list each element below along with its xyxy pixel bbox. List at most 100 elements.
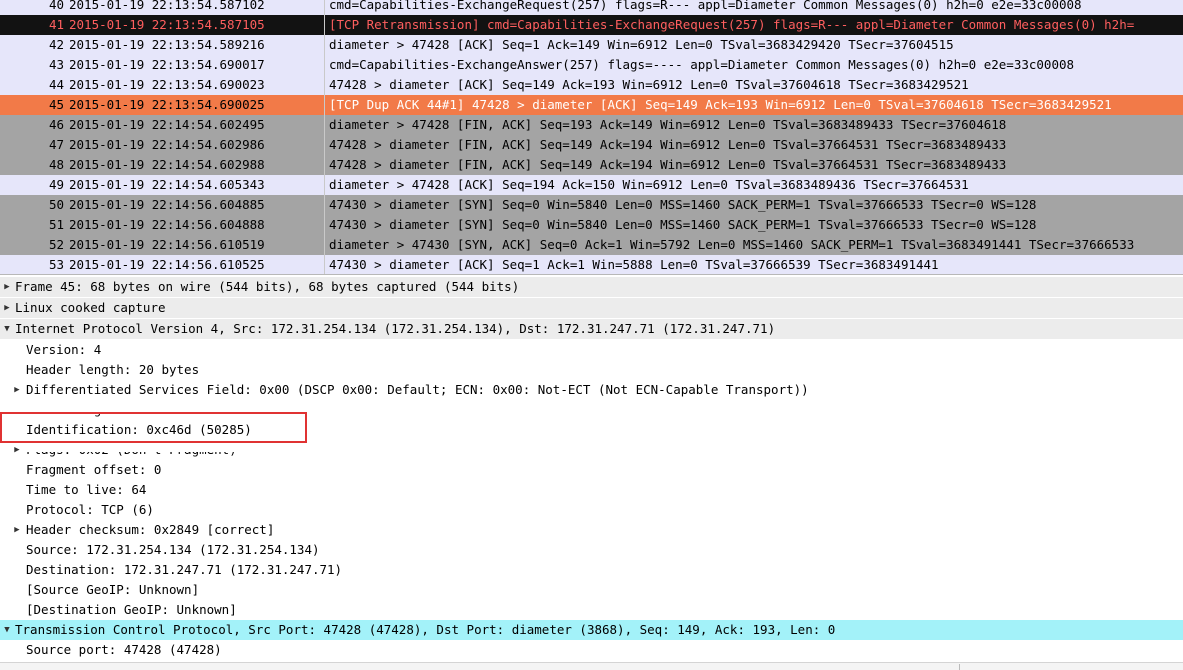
protocol-tree-field[interactable]: Source: 172.31.254.134 (172.31.254.134): [0, 540, 1183, 560]
tree-item-label: Destination: 172.31.247.71 (172.31.247.7…: [26, 562, 343, 577]
column-separator: [324, 35, 325, 55]
packet-info: 47430 > diameter [SYN] Seq=0 Win=5840 Le…: [329, 217, 1037, 232]
protocol-tree-field[interactable]: Version: 4: [0, 340, 1183, 360]
horizontal-scrollbar[interactable]: [0, 662, 1183, 670]
packet-info: 47430 > diameter [ACK] Seq=1 Ack=1 Win=5…: [329, 257, 939, 272]
packet-number: 51: [48, 217, 64, 232]
packet-row[interactable]: 49 2015-01-19 22:14:54.605343 diameter > 4…: [0, 175, 1183, 195]
packet-number: 40: [48, 0, 64, 12]
collapsed-triangle-icon[interactable]: ▶: [2, 277, 12, 297]
packet-info: 47428 > diameter [ACK] Seq=149 Ack=193 W…: [329, 77, 969, 92]
collapsed-triangle-icon[interactable]: ▶: [2, 298, 12, 318]
protocol-tree-header[interactable]: ▶ Frame 45: 68 bytes on wire (544 bits), …: [0, 277, 1183, 298]
packet-number: 52: [48, 237, 64, 252]
packet-row[interactable]: 43 2015-01-19 22:13:54.690017 cmd=Capabili…: [0, 55, 1183, 75]
packet-time: 2015-01-19 22:14:54.602988: [69, 157, 265, 172]
packet-row[interactable]: 51 2015-01-19 22:14:56.604888 47430 > diam…: [0, 215, 1183, 235]
packet-row[interactable]: 46 2015-01-19 22:14:54.602495 diameter > 4…: [0, 115, 1183, 135]
column-separator: [324, 175, 325, 195]
packet-time: 2015-01-19 22:14:54.602986: [69, 137, 265, 152]
protocol-tree-field[interactable]: Identification: 0xc46d (50285): [0, 420, 1183, 440]
packet-time: 2015-01-19 22:13:54.589216: [69, 37, 265, 52]
packet-info: 47428 > diameter [FIN, ACK] Seq=149 Ack=…: [329, 137, 1007, 152]
packet-row[interactable]: 40 2015-01-19 22:13:54.587102 cmd=Capabili…: [0, 0, 1183, 15]
tree-item-label: [Destination GeoIP: Unknown]: [26, 602, 237, 617]
packet-info: diameter > 47428 [FIN, ACK] Seq=193 Ack=…: [329, 117, 1007, 132]
protocol-tree-field[interactable]: Total Length: 52: [0, 400, 1183, 420]
packet-time: 2015-01-19 22:14:56.604885: [69, 197, 265, 212]
column-separator: [324, 115, 325, 135]
collapsed-triangle-icon[interactable]: ▶: [12, 520, 22, 540]
protocol-tree-field[interactable]: Protocol: TCP (6): [0, 500, 1183, 520]
column-separator: [324, 135, 325, 155]
tree-item-label: Identification: 0xc46d (50285): [26, 422, 252, 437]
tree-item-label: Transmission Control Protocol, Src Port:…: [15, 622, 836, 637]
packet-time: 2015-01-19 22:14:56.604888: [69, 217, 265, 232]
tree-item-label: Fragment offset: 0: [26, 462, 162, 477]
column-separator: [324, 95, 325, 115]
protocol-tree-field[interactable]: Time to live: 64: [0, 480, 1183, 500]
packet-info: cmd=Capabilities-ExchangeRequest(257) fl…: [329, 0, 1082, 12]
column-separator: [324, 195, 325, 215]
packet-time: 2015-01-19 22:14:54.602495: [69, 117, 265, 132]
packet-time: 2015-01-19 22:13:54.690023: [69, 77, 265, 92]
protocol-tree-field[interactable]: Fragment offset: 0: [0, 460, 1183, 480]
protocol-tree-header[interactable]: ▼ Internet Protocol Version 4, Src: 172.3…: [0, 319, 1183, 340]
packet-info: cmd=Capabilities-ExchangeAnswer(257) fla…: [329, 57, 1075, 72]
protocol-tree-field[interactable]: [Source GeoIP: Unknown]: [0, 580, 1183, 600]
tree-item-label: Frame 45: 68 bytes on wire (544 bits), 6…: [15, 279, 520, 294]
packet-row[interactable]: 44 2015-01-19 22:13:54.690023 47428 > diam…: [0, 75, 1183, 95]
packet-info: diameter > 47428 [ACK] Seq=1 Ack=149 Win…: [329, 37, 954, 52]
packet-number: 47: [48, 137, 64, 152]
packet-number: 44: [48, 77, 64, 92]
packet-info: 47430 > diameter [SYN] Seq=0 Win=5840 Le…: [329, 197, 1037, 212]
packet-row[interactable]: 53 2015-01-19 22:14:56.610525 47430 > diam…: [0, 255, 1183, 274]
protocol-tree-field[interactable]: Header length: 20 bytes: [0, 360, 1183, 380]
column-separator: [324, 75, 325, 95]
expanded-triangle-icon[interactable]: ▼: [2, 319, 12, 339]
packet-number: 49: [48, 177, 64, 192]
packet-row[interactable]: 48 2015-01-19 22:14:54.602988 47428 > diam…: [0, 155, 1183, 175]
column-separator: [324, 0, 325, 15]
packet-info: [TCP Dup ACK 44#1] 47428 > diameter [ACK…: [329, 97, 1112, 112]
packet-row[interactable]: 47 2015-01-19 22:14:54.602986 47428 > diam…: [0, 135, 1183, 155]
packet-time: 2015-01-19 22:13:54.690017: [69, 57, 265, 72]
collapsed-triangle-icon[interactable]: ▶: [12, 380, 22, 400]
tree-item-label: Header length: 20 bytes: [26, 362, 200, 377]
packet-number: 45: [48, 97, 64, 112]
packet-details-pane[interactable]: ▶ Frame 45: 68 bytes on wire (544 bits), …: [0, 277, 1183, 670]
tree-item-label: Internet Protocol Version 4, Src: 172.31…: [15, 321, 776, 336]
protocol-tree-header[interactable]: ▶ Linux cooked capture: [0, 298, 1183, 319]
tree-item-label: Time to live: 64: [26, 482, 147, 497]
tree-item-label: Differentiated Services Field: 0x00 (DSC…: [26, 382, 809, 397]
tree-item-label: [Source GeoIP: Unknown]: [26, 582, 200, 597]
protocol-tree-field[interactable]: Destination: 172.31.247.71 (172.31.247.7…: [0, 560, 1183, 580]
packet-row[interactable]: 52 2015-01-19 22:14:56.610519 diameter > 4…: [0, 235, 1183, 255]
column-separator: [324, 215, 325, 235]
packet-info: diameter > 47428 [ACK] Seq=194 Ack=150 W…: [329, 177, 969, 192]
packet-info: 47428 > diameter [FIN, ACK] Seq=149 Ack=…: [329, 157, 1007, 172]
column-separator: [324, 55, 325, 75]
protocol-tree-field[interactable]: [Destination GeoIP: Unknown]: [0, 600, 1183, 620]
tree-item-label: Linux cooked capture: [15, 300, 166, 315]
packet-time: 2015-01-19 22:13:54.587105: [69, 17, 265, 32]
protocol-tree-field[interactable]: ▶ Flags: 0x02 (Don't Fragment): [0, 440, 1183, 460]
collapsed-triangle-icon[interactable]: ▶: [12, 440, 22, 460]
protocol-tree-field[interactable]: ▶ Header checksum: 0x2849 [correct]: [0, 520, 1183, 540]
packet-list-pane[interactable]: 40 2015-01-19 22:13:54.587102 cmd=Capabili…: [0, 0, 1183, 275]
packet-row[interactable]: 45 2015-01-19 22:13:54.690025 [TCP Dup ACK…: [0, 95, 1183, 115]
protocol-tree-header[interactable]: ▼ Transmission Control Protocol, Src Port…: [0, 620, 1183, 640]
packet-info: diameter > 47430 [SYN, ACK] Seq=0 Ack=1 …: [329, 237, 1135, 252]
expanded-triangle-icon[interactable]: ▼: [2, 620, 12, 640]
protocol-tree-field[interactable]: Source port: 47428 (47428): [0, 640, 1183, 660]
column-separator: [324, 155, 325, 175]
packet-row[interactable]: 41 2015-01-19 22:13:54.587105 [TCP Retrans…: [0, 15, 1183, 35]
packet-number: 42: [48, 37, 64, 52]
column-separator: [324, 255, 325, 274]
packet-row[interactable]: 50 2015-01-19 22:14:56.604885 47430 > diam…: [0, 195, 1183, 215]
packet-number: 43: [48, 57, 64, 72]
packet-number: 41: [48, 17, 64, 32]
packet-time: 2015-01-19 22:14:56.610519: [69, 237, 265, 252]
packet-row[interactable]: 42 2015-01-19 22:13:54.589216 diameter > 4…: [0, 35, 1183, 55]
protocol-tree-field[interactable]: ▶ Differentiated Services Field: 0x00 (DS…: [0, 380, 1183, 400]
